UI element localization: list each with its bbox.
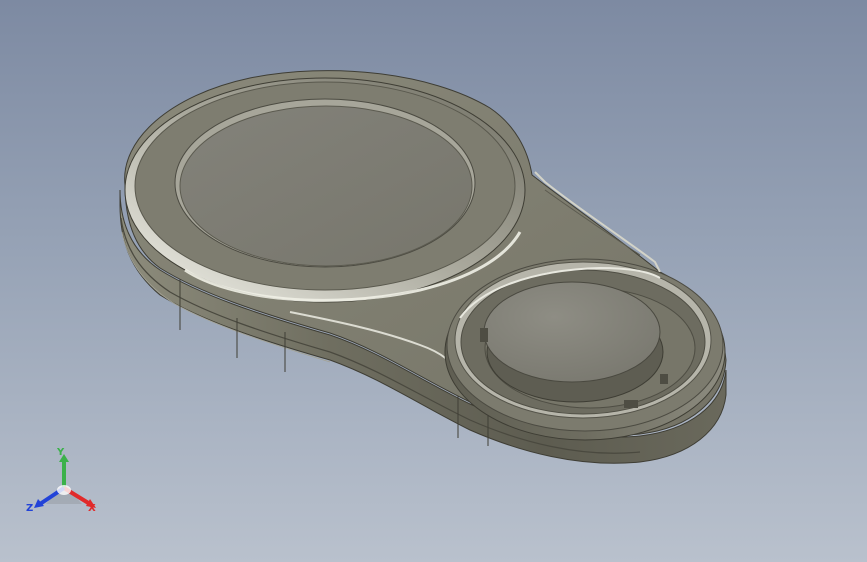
3d-model-view[interactable] — [0, 0, 867, 562]
graphics-viewport[interactable]: Y Z X — [0, 0, 867, 562]
orientation-triad[interactable]: Y Z X — [26, 446, 102, 522]
z-axis-label: Z — [26, 503, 34, 514]
coin-cell-recess — [444, 258, 726, 441]
circular-recess — [124, 77, 526, 303]
x-axis-label: X — [88, 503, 96, 514]
y-axis-label: Y — [57, 447, 65, 458]
